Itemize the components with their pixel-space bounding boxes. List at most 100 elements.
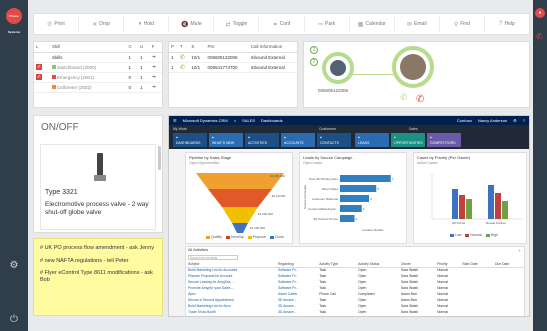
forward-icon[interactable]: ⇥ bbox=[149, 72, 162, 83]
forward-icon[interactable]: ⇥ bbox=[149, 82, 162, 93]
crm-tile-whatsnew[interactable]: ▪ WHAT'S NEW bbox=[209, 133, 243, 147]
toolbar-conf-button[interactable]: ⚭ Conf bbox=[259, 16, 305, 32]
print-icon: ✆ bbox=[47, 21, 53, 28]
activities-cell: Task bbox=[319, 310, 327, 314]
funnel-close[interactable] bbox=[232, 223, 248, 233]
cases-bar[interactable] bbox=[502, 201, 508, 219]
app-logo: Phone Systems bbox=[6, 8, 22, 34]
campaign-bar[interactable] bbox=[340, 205, 362, 212]
notification-badge-icon[interactable]: ● bbox=[535, 8, 545, 18]
toolbar-print-button[interactable]: ✆ Print bbox=[34, 16, 80, 32]
power-icon[interactable]: ⏻ bbox=[8, 314, 20, 326]
table-row[interactable]: ✓ Switchboard (2000) 1 1 ⇥ bbox=[34, 62, 162, 73]
add-record-icon[interactable]: + bbox=[519, 248, 521, 253]
crm-tile-accounts[interactable]: ▪ ACCOUNTS bbox=[281, 133, 315, 147]
legend-swatch-icon bbox=[247, 235, 252, 239]
campaign-bar[interactable] bbox=[340, 195, 369, 202]
answer-icon[interactable]: ✆ bbox=[400, 92, 408, 103]
activities-search-input[interactable]: Search for records bbox=[188, 255, 238, 260]
table-row[interactable]: Callcenter (2002) 0 1 ⇥ bbox=[34, 82, 162, 93]
activities-cell[interactable]: 3D Amaze... bbox=[276, 309, 317, 315]
notes-panel[interactable]: # UK PO process flow amendment - ask Jen… bbox=[33, 238, 163, 316]
table-row[interactable]: Trade Show Booth 3D Amaze... Task Open Sara … bbox=[186, 309, 524, 315]
caller-node[interactable] bbox=[322, 52, 354, 84]
cases-chart-sub: Active Cases bbox=[417, 161, 438, 165]
crm-gear-icon[interactable]: ⚙ bbox=[513, 118, 517, 123]
call-p: 1 bbox=[169, 62, 178, 73]
settings-icon[interactable]: ⚙ bbox=[8, 260, 20, 272]
activities-cell[interactable]: Trade Show Booth bbox=[186, 309, 276, 315]
legend-item: Propose bbox=[247, 235, 266, 239]
toolbar-mute-button[interactable]: 🔇 Mute bbox=[169, 16, 215, 32]
toolbar-find-button[interactable]: ⚲ Find bbox=[440, 16, 485, 32]
activities-title[interactable]: All Activities bbox=[188, 248, 208, 252]
legend-swatch-icon bbox=[269, 235, 274, 239]
crm-nav-sales[interactable]: SALES bbox=[242, 118, 255, 123]
crm-menu-icon[interactable]: ☰ bbox=[173, 118, 177, 123]
hangup-call-icon[interactable]: ✆ bbox=[416, 94, 424, 105]
skill-color-icon bbox=[51, 75, 56, 80]
cases-bar[interactable] bbox=[466, 199, 472, 219]
toolbar-park-button[interactable]: ⇨ Park bbox=[305, 16, 350, 32]
campaign-value: 3 bbox=[363, 207, 365, 211]
crm-tile-dashboards[interactable]: ▪ DASHBOARDS bbox=[173, 133, 207, 147]
crm-tile-activities[interactable]: ▪ ACTIVITIES bbox=[245, 133, 279, 147]
hangup-icon[interactable]: ✆ bbox=[536, 32, 543, 41]
step-1[interactable]: 1 bbox=[310, 46, 318, 54]
campaign-bar[interactable] bbox=[340, 175, 391, 182]
phone-icon: ✆ bbox=[177, 62, 190, 73]
forward-icon[interactable]: ⇥ bbox=[149, 62, 162, 73]
step-2[interactable]: 2 bbox=[310, 58, 318, 66]
check-icon[interactable]: ✓ bbox=[36, 74, 42, 80]
leads-chart-title: Leads by Source Campaign bbox=[303, 155, 353, 160]
cases-bar[interactable] bbox=[452, 189, 458, 219]
skill-name-cell: Callcenter (2002) bbox=[49, 82, 127, 93]
check-icon[interactable]: ✓ bbox=[36, 64, 42, 70]
skill-c: 0 bbox=[126, 82, 139, 93]
call-pnr: 006641774700 bbox=[205, 62, 249, 73]
toolbar-email-button[interactable]: ✉ Email bbox=[395, 16, 440, 32]
table-row[interactable]: 1 ✆ 10/1 006641774700 Inbound External bbox=[169, 62, 297, 73]
call-info: Inbound External bbox=[248, 62, 297, 73]
product-scrollbar[interactable] bbox=[158, 146, 161, 170]
crm-tile-opportunities[interactable]: ▪ OPPORTUNITIES bbox=[391, 133, 425, 147]
toolbar-help-button[interactable]: ? Help bbox=[485, 16, 529, 32]
toolbar-button-label: Mute bbox=[190, 21, 202, 27]
activities-list: All Activities Search for records + Subj… bbox=[185, 246, 525, 316]
crm-tile-leads[interactable]: ▪ LEADS bbox=[355, 133, 389, 147]
calls-panel: P T S Pnr Call Information 1 ✆ 10/1 00660512200… bbox=[168, 41, 298, 108]
table-row[interactable]: Skills 1 1 ⇥ bbox=[34, 52, 162, 63]
legend-item: Develop bbox=[225, 235, 244, 239]
leads-chart-sub: Open Leads bbox=[303, 161, 323, 165]
funnel-propose[interactable] bbox=[222, 207, 258, 223]
product-title: ON/OFF bbox=[41, 122, 79, 133]
funnel-develop[interactable] bbox=[208, 189, 272, 207]
crm-help-icon[interactable]: ? bbox=[523, 118, 525, 123]
campaign-label: New 2D Printing Dem bbox=[309, 177, 338, 181]
cases-bar[interactable] bbox=[488, 185, 494, 219]
pipeline-chart-card: Pipeline by Sales Stage Open Opportuniti… bbox=[185, 152, 293, 244]
campaign-bar[interactable] bbox=[340, 215, 355, 222]
valve-base-icon bbox=[94, 175, 106, 181]
cases-bar[interactable] bbox=[495, 193, 501, 219]
toolbar-hold-button[interactable]: ⏸ Hold bbox=[124, 16, 170, 32]
campaign-bar[interactable] bbox=[340, 185, 377, 192]
toolbar-calendar-button[interactable]: ▦ Calendar bbox=[350, 16, 395, 32]
agent-node[interactable] bbox=[392, 46, 434, 88]
cases-bar[interactable] bbox=[459, 195, 465, 219]
toolbar-button-label: Toggle bbox=[232, 21, 248, 27]
table-row[interactable]: ✓ Emergency (2001) 0 1 ⇥ bbox=[34, 72, 162, 83]
toolbar-drop-button[interactable]: ✕ Drop bbox=[79, 16, 125, 32]
crm-app-name[interactable]: Microsoft Dynamics CRM bbox=[183, 118, 228, 123]
toolbar-button-label: Hold bbox=[143, 21, 154, 27]
crm-tile-competitors[interactable]: ▪ COMPETITORS bbox=[427, 133, 461, 147]
crm-tile-contacts[interactable]: ▪ CONTACTS bbox=[317, 133, 351, 147]
caller-avatar bbox=[330, 60, 346, 76]
table-row[interactable]: 1 ✆ 10/1 006605122006 Inbound External bbox=[169, 52, 297, 63]
crm-home-icon[interactable]: ⌂ bbox=[234, 118, 236, 123]
forward-icon[interactable]: ⇥ bbox=[149, 52, 162, 63]
crm-user[interactable]: Nancy Anderson bbox=[478, 118, 507, 123]
toolbar-toggle-button[interactable]: ⇄ Toggle bbox=[214, 16, 260, 32]
crm-nav-dashboards[interactable]: Dashboards bbox=[261, 118, 283, 123]
skill-c: 1 bbox=[126, 62, 139, 73]
